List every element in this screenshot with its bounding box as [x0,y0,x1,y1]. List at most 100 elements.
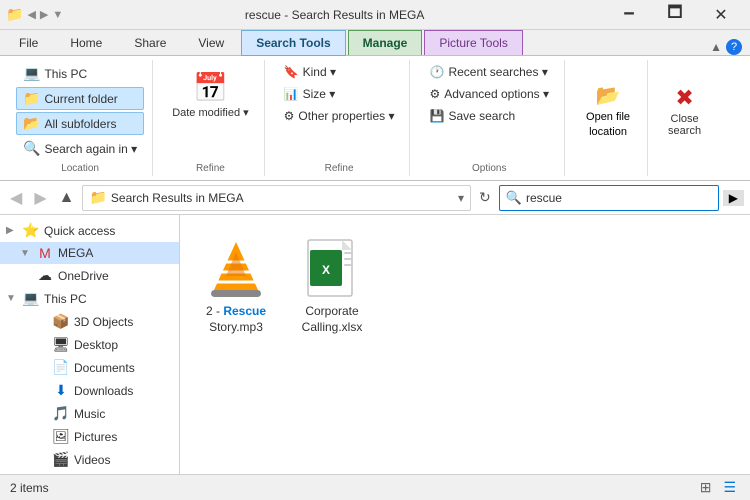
tab-search[interactable]: Search Tools [241,30,345,56]
search-go-button[interactable]: ▶ [723,190,744,206]
sidebar-item-documents[interactable]: 📄 Documents [0,356,179,379]
grid-view-button[interactable]: ⊞ [696,477,716,498]
sidebar-item-quick-access[interactable]: ▶ ⭐ Quick access [0,219,179,242]
other-props-btn[interactable]: ⚙ Other properties ▾ [277,106,402,126]
recent-searches-btn[interactable]: 🕐 Recent searches ▾ [422,62,556,82]
sidebar-item-desktop[interactable]: 🖥 Desktop [0,333,179,356]
xlsx-icon: X [306,238,358,298]
sidebar-item-3d-objects[interactable]: 📦 3D Objects [0,310,179,333]
up-button[interactable]: ▲ [55,187,79,209]
vlc-icon-area [204,236,268,300]
refine-label: Refine [157,163,263,174]
refresh-button[interactable]: ↻ [475,187,495,208]
ribbon-group-date: 📅 Date modified ▾ Refine [157,60,264,176]
sidebar-item-pictures[interactable]: 🖼 Pictures [0,425,179,448]
pictures-icon: 🖼 [52,428,70,445]
status-view-controls: ⊞ ☰ [696,477,740,498]
content-area: 2 - Rescue Story.mp3 [180,215,750,474]
open-file-location-btn[interactable]: 📂 Open filelocation [577,78,639,144]
open-file-label: Open filelocation [586,110,630,139]
search-again-icon: 🔍 [23,140,40,157]
sidebar-item-this-pc[interactable]: ▼ 💻 This PC [0,287,179,310]
sidebar-label: This PC [44,292,173,306]
openfile-group-content: 📂 Open filelocation [577,62,639,174]
save-search-btn[interactable]: 💾 Save search [422,106,556,126]
file-item-rescue-mp3[interactable]: 2 - Rescue Story.mp3 [196,231,276,340]
kind-group-content: 🔖 Kind ▾ 📊 Size ▾ ⚙ Other properties ▾ [277,62,402,174]
tab-view[interactable]: View [183,30,239,55]
xlsx-icon-area: X [300,236,364,300]
pc-icon: 💻 [22,290,40,307]
list-view-button[interactable]: ☰ [719,477,740,498]
quick-access-icon2: ▶ [40,8,48,21]
nav-bar: ◀ ▶ ▲ 📁 Search Results in MEGA ▾ ↻ 🔍 ▶ [0,181,750,215]
search-again-btn[interactable]: 🔍 Search again in ▾ [16,137,144,160]
tab-manage[interactable]: Manage [348,30,423,55]
pc-icon: 💻 [23,65,40,82]
ribbon-content: 💻 This PC 📁 Current folder 📂 All subfold… [0,56,750,181]
file-name-corporate: CorporateCalling.xlsx [302,304,363,334]
search-input[interactable] [526,191,712,205]
address-bar-text: Search Results in MEGA [111,191,454,205]
sidebar-label: Downloads [74,384,173,398]
advanced-icon: ⚙ [429,87,440,101]
options-label: Options [414,163,564,174]
item-count: 2 items [10,481,49,495]
sidebar-label: Desktop [74,338,173,352]
folder-icon: 📁 [23,90,40,107]
title-bar-icons: 📁 ◀ ▶ ▼ [6,6,63,23]
sidebar-item-videos[interactable]: 🎬 Videos [0,448,179,471]
tab-file[interactable]: File [4,30,53,55]
close-search-label: Closesearch [668,113,701,137]
back-button[interactable]: ◀ [6,186,26,210]
close-search-icon: ✖ [675,85,693,111]
help-icon[interactable]: ? [726,39,742,55]
sidebar-item-onedrive[interactable]: ☁ OneDrive [0,264,179,287]
file-item-corporate-xlsx[interactable]: X CorporateCalling.xlsx [292,231,372,340]
sidebar-item-music[interactable]: 🎵 Music [0,402,179,425]
location-group-content: 💻 This PC 📁 Current folder 📂 All subfold… [16,62,144,174]
documents-icon: 📄 [52,359,70,376]
forward-button[interactable]: ▶ [30,186,50,210]
date-modified-btn[interactable]: 📅 Date modified ▾ [165,62,255,124]
tab-picture[interactable]: Picture Tools [424,30,522,55]
sidebar-label: MEGA [58,246,173,260]
file-name-highlight: Rescue [223,304,266,318]
app-icon: 📁 [6,6,23,23]
kind-btn[interactable]: 🔖 Kind ▾ [277,62,402,82]
quick-access-icon: ⭐ [22,222,40,239]
file-grid: 2 - Rescue Story.mp3 [196,231,734,340]
tab-home[interactable]: Home [55,30,117,55]
sidebar-item-mega[interactable]: ▼ M MEGA [0,242,179,264]
sidebar-item-downloads[interactable]: ⬇ Downloads [0,379,179,402]
ribbon-chevron[interactable]: ▲ ? [710,39,746,55]
address-bar[interactable]: 📁 Search Results in MEGA ▾ [82,185,471,211]
chevron-up-icon[interactable]: ▲ [710,40,722,54]
address-folder-icon: 📁 [89,189,106,206]
sidebar-label: Music [74,407,173,421]
advanced-options-btn[interactable]: ⚙ Advanced options ▾ [422,84,556,104]
status-bar: 2 items ⊞ ☰ [0,474,750,500]
open-file-icon: 📂 [596,83,621,108]
close-search-button[interactable]: ✖ Closesearch [660,81,709,141]
expand-icon: ▼ [20,248,32,259]
size-icon: 📊 [284,87,299,101]
this-pc-btn[interactable]: 💻 This PC [16,62,144,85]
search-bar[interactable]: 🔍 [499,185,719,211]
address-bar-dropdown[interactable]: ▾ [458,191,464,205]
main-area: ▶ ⭐ Quick access ▼ M MEGA ☁ OneDrive ▼ 💻… [0,215,750,474]
size-btn[interactable]: 📊 Size ▾ [277,84,402,104]
window-controls: 🗕 🗖 ✕ [606,0,744,30]
search-bar-icon: 🔍 [506,190,522,206]
minimize-button[interactable]: 🗕 [606,0,652,30]
all-subfolders-btn[interactable]: 📂 All subfolders [16,112,144,135]
tab-share[interactable]: Share [119,30,181,55]
location-label: Location [8,163,152,174]
current-folder-btn[interactable]: 📁 Current folder [16,87,144,110]
maximize-button[interactable]: 🗖 [652,0,698,30]
title-bar: 📁 ◀ ▶ ▼ rescue - Search Results in MEGA … [0,0,750,30]
ribbon-group-location: 💻 This PC 📁 Current folder 📂 All subfold… [8,60,153,176]
props-icon: ⚙ [284,109,295,123]
file-label-rescue: 2 - Rescue Story.mp3 [206,304,266,335]
close-button[interactable]: ✕ [698,0,744,30]
